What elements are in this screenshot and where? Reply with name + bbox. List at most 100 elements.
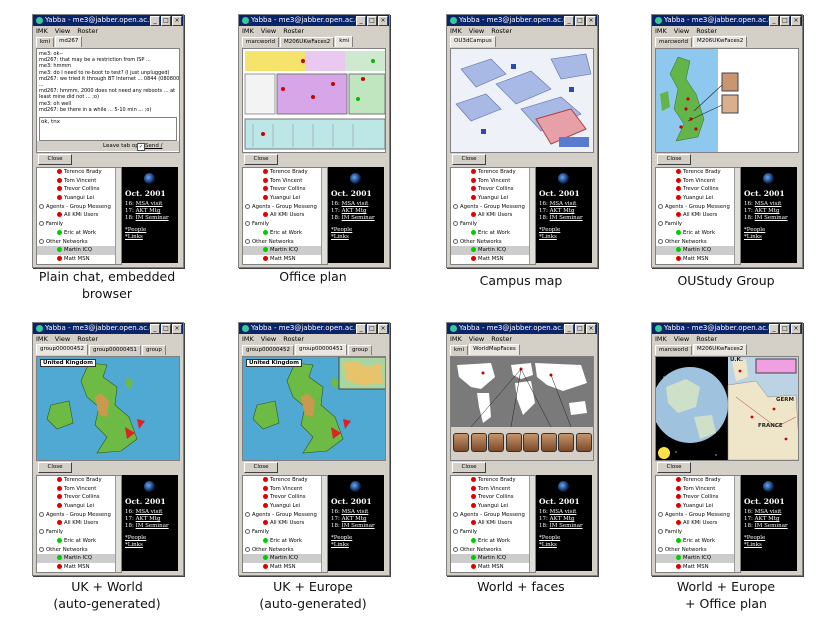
maximize-button[interactable]: □ (780, 16, 790, 26)
event-link[interactable]: AKT Mtg (550, 208, 575, 214)
maximize-button[interactable]: □ (575, 16, 585, 26)
roster-contact[interactable]: All KMi Users (243, 211, 327, 220)
roster-contact[interactable]: Eric at Work (37, 229, 121, 238)
roster-contact[interactable]: Eric at Work (656, 229, 740, 238)
close-window-button[interactable]: × (378, 324, 388, 334)
close-window-button[interactable]: × (172, 324, 182, 334)
menu-item-view[interactable]: View (261, 26, 276, 36)
roster-contact[interactable]: Trevor Collins (451, 185, 535, 194)
roster-contact[interactable]: Trevor Collins (243, 185, 327, 194)
roster-contact[interactable]: Trevor Collins (37, 185, 121, 194)
roster-contact[interactable]: Matt MSN (451, 255, 535, 264)
calendar-link-links[interactable]: *Links (744, 542, 762, 548)
roster-group[interactable]: Other Networks (656, 546, 740, 555)
menu-item-roster[interactable]: Roster (491, 26, 512, 36)
menu-item-roster[interactable]: Roster (77, 26, 98, 36)
roster-contact[interactable]: Terence Brady (243, 168, 327, 177)
roster-contact[interactable]: Terence Brady (656, 168, 740, 177)
maximize-button[interactable]: □ (161, 324, 171, 334)
roster-group[interactable]: Agents - Group Messeng (37, 203, 121, 212)
event-link[interactable]: IM Seminar (550, 523, 583, 529)
event-link[interactable]: IM Seminar (136, 215, 169, 221)
close-window-button[interactable]: × (586, 16, 596, 26)
maximize-button[interactable]: □ (780, 324, 790, 334)
close-window-button[interactable]: × (378, 16, 388, 26)
roster-group[interactable]: Family (656, 220, 740, 229)
menu-item-view[interactable]: View (55, 26, 70, 36)
close-tab-button[interactable]: Close (38, 154, 72, 165)
tab-kmi[interactable]: kmi (450, 345, 469, 355)
roster-contact[interactable]: Eric at Work (451, 537, 535, 546)
menu-item-view[interactable]: View (674, 26, 689, 36)
menu-item-imk[interactable]: IMK (450, 26, 462, 36)
roster-group[interactable]: Family (656, 528, 740, 537)
roster-contact[interactable]: Trevor Collins (37, 493, 121, 502)
minimize-button[interactable]: _ (150, 324, 160, 334)
roster-scrollbar[interactable] (115, 476, 121, 572)
roster-contact[interactable]: Tom Vincent (451, 177, 535, 186)
calendar-link-links[interactable]: *Links (125, 542, 143, 548)
tab-marcworld[interactable]: marcworld (655, 345, 693, 355)
tab-group[interactable]: group (347, 345, 372, 355)
event-link[interactable]: IM Seminar (342, 215, 375, 221)
menu-item-view[interactable]: View (55, 334, 70, 344)
roster-contact[interactable]: Matt MSN (37, 563, 121, 572)
roster-contact[interactable]: Martin ICQ (37, 246, 121, 255)
event-link[interactable]: MSA visit (342, 509, 369, 515)
roster-contact[interactable]: Trevor Collins (451, 493, 535, 502)
calendar-link-people[interactable]: *People (125, 535, 146, 541)
roster-scrollbar[interactable] (734, 168, 740, 264)
chat-input[interactable]: ok, tnx (39, 117, 177, 141)
menu-item-imk[interactable]: IMK (242, 334, 254, 344)
event-link[interactable]: IM Seminar (755, 215, 788, 221)
event-link[interactable]: MSA visit (550, 509, 577, 515)
close-tab-button[interactable]: Close (244, 154, 278, 165)
roster-scrollbar[interactable] (529, 476, 535, 572)
event-link[interactable]: MSA visit (755, 201, 782, 207)
roster-scrollbar[interactable] (115, 168, 121, 264)
tab-marcworld[interactable]: marcworld (242, 37, 280, 47)
event-link[interactable]: AKT Mtg (550, 516, 575, 522)
roster-contact[interactable]: Terence Brady (451, 476, 535, 485)
menu-item-roster[interactable]: Roster (283, 26, 304, 36)
tab-kmi[interactable]: kmi (335, 36, 354, 47)
menu-item-imk[interactable]: IMK (36, 334, 48, 344)
close-tab-button[interactable]: Close (244, 462, 278, 473)
roster-scrollbar[interactable] (734, 476, 740, 572)
roster-contact[interactable]: Eric at Work (451, 229, 535, 238)
roster-contact[interactable]: All KMi Users (37, 211, 121, 220)
roster-group[interactable]: Agents - Group Messeng (37, 511, 121, 520)
roster-contact[interactable]: Matt MSN (656, 255, 740, 264)
tab-group00000451[interactable]: group00000451 (294, 344, 347, 355)
send-reply-button[interactable]: Send / Reply (145, 141, 179, 152)
menu-item-imk[interactable]: IMK (36, 26, 48, 36)
leave-tab-open-checkbox[interactable]: ✓ (137, 143, 145, 151)
close-tab-button[interactable]: Close (452, 154, 486, 165)
roster-group[interactable]: Family (243, 528, 327, 537)
roster-contact[interactable]: Terence Brady (37, 168, 121, 177)
menu-item-imk[interactable]: IMK (655, 334, 667, 344)
roster-contact[interactable]: Eric at Work (243, 537, 327, 546)
roster-scrollbar[interactable] (321, 168, 327, 264)
tab-group00000452[interactable]: group00000452 (36, 344, 88, 355)
calendar-link-links[interactable]: *Links (539, 234, 557, 240)
roster-group[interactable]: Other Networks (656, 238, 740, 247)
event-link[interactable]: MSA visit (136, 509, 163, 515)
calendar-link-people[interactable]: *People (331, 227, 352, 233)
roster-contact[interactable]: All KMi Users (656, 211, 740, 220)
event-link[interactable]: MSA visit (550, 201, 577, 207)
tab-group[interactable]: group (141, 345, 166, 355)
roster-contact[interactable]: All KMi Users (451, 211, 535, 220)
calendar-link-links[interactable]: *Links (331, 234, 349, 240)
roster-contact[interactable]: Terence Brady (656, 476, 740, 485)
calendar-link-people[interactable]: *People (331, 535, 352, 541)
roster-contact[interactable]: Terence Brady (451, 168, 535, 177)
event-link[interactable]: MSA visit (136, 201, 163, 207)
event-link[interactable]: AKT Mtg (342, 208, 367, 214)
roster-contact[interactable]: Eric at Work (243, 229, 327, 238)
tab-worldmapfaces[interactable]: WorldMapFaces (469, 344, 520, 355)
roster-contact[interactable]: All KMi Users (37, 519, 121, 528)
close-window-button[interactable]: × (791, 16, 801, 26)
tab-marcworld[interactable]: marcworld (655, 37, 693, 47)
roster-scrollbar[interactable] (529, 168, 535, 264)
